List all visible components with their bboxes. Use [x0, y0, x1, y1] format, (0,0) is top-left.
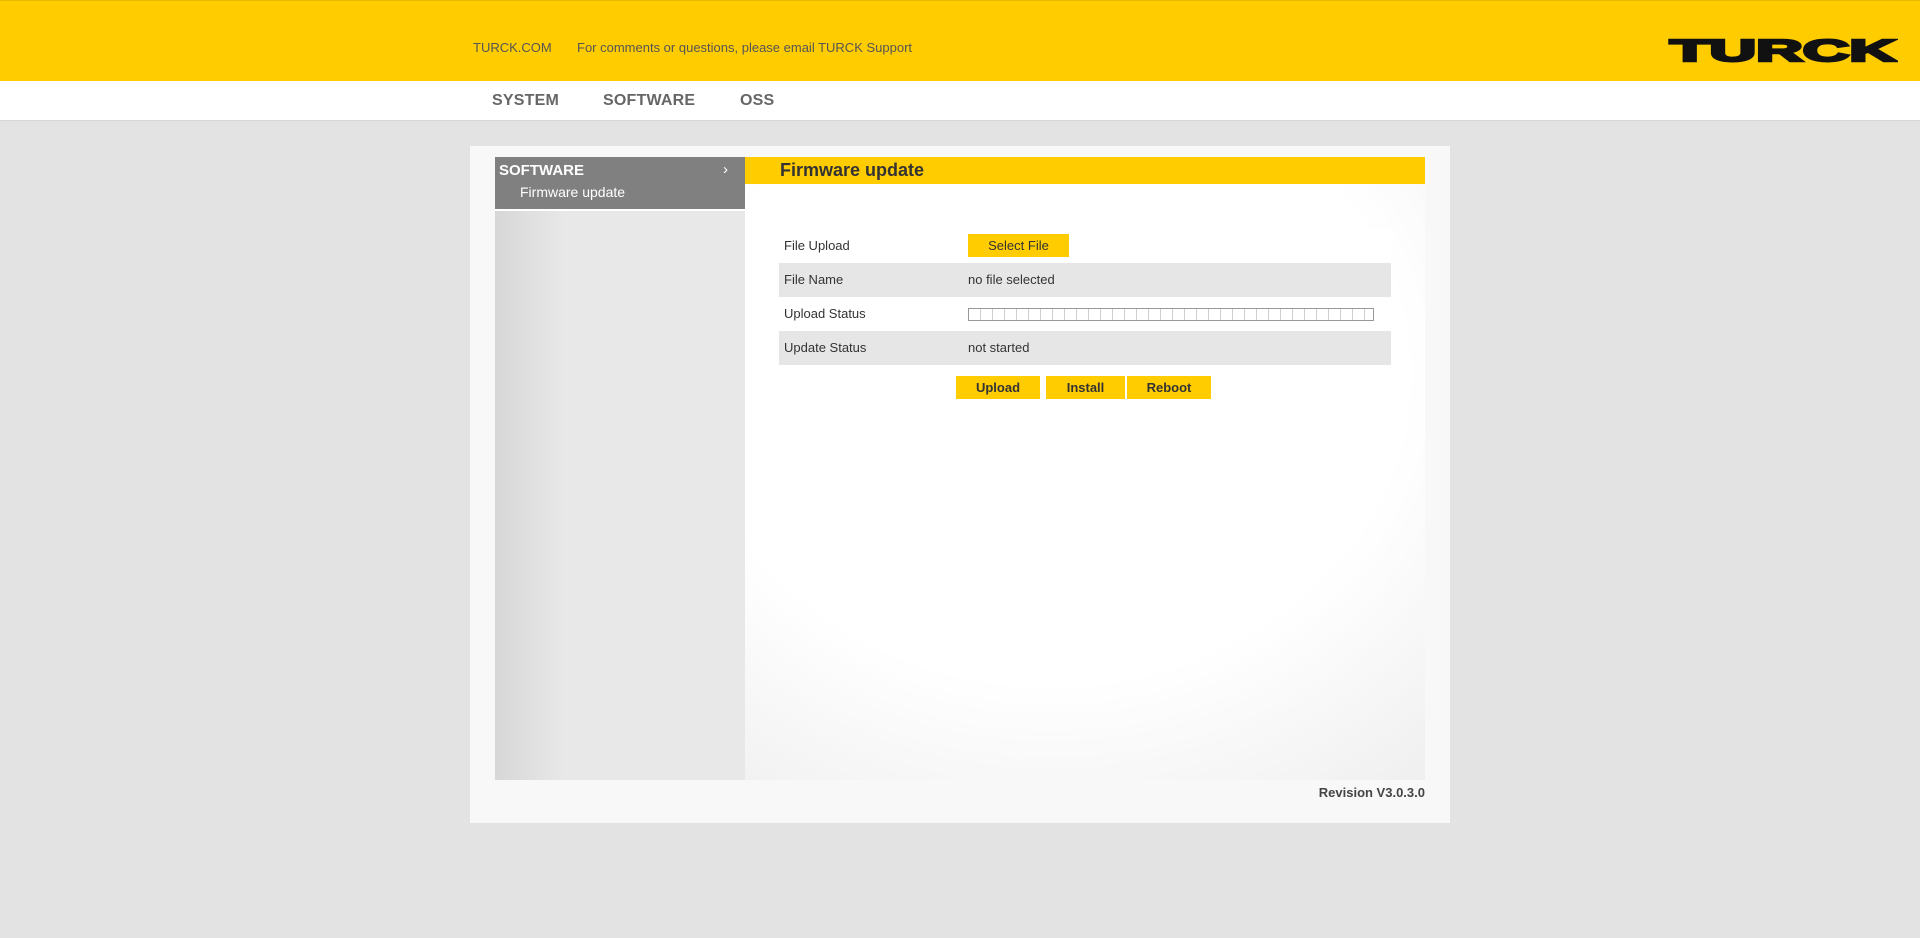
content-header: Firmware update [745, 157, 1425, 184]
main-panel: SOFTWARE › Firmware update Firmware upda… [470, 146, 1450, 823]
sidebar-item-firmware-update[interactable]: Firmware update [520, 184, 625, 200]
upload-status-label: Upload Status [784, 306, 866, 321]
turck-logo[interactable]: TURCK [1668, 36, 1898, 64]
install-button[interactable]: Install [1046, 376, 1125, 399]
row-update-status: Update Status not started [779, 331, 1391, 365]
upload-button[interactable]: Upload [956, 376, 1040, 399]
chevron-right-icon: › [723, 161, 728, 178]
sidebar-section-software[interactable]: SOFTWARE › Firmware update [495, 157, 745, 211]
row-file-name: File Name no file selected [779, 263, 1391, 297]
update-status-label: Update Status [784, 340, 867, 355]
row-upload-status: Upload Status [779, 297, 1391, 331]
support-email-link[interactable]: For comments or questions, please email … [577, 40, 912, 55]
turck-com-link[interactable]: TURCK.COM [473, 40, 552, 55]
update-status-value: not started [968, 340, 1030, 355]
nav-item-oss[interactable]: OSS [740, 92, 774, 110]
select-file-button[interactable]: Select File [968, 234, 1069, 257]
content-area: Firmware update File Upload Select File … [745, 157, 1425, 780]
nav-item-system[interactable]: SYSTEM [492, 92, 559, 110]
page-title: Firmware update [780, 160, 925, 180]
file-name-label: File Name [784, 272, 844, 287]
sidebar-section-title: SOFTWARE [499, 162, 584, 179]
row-file-upload: File Upload Select File [779, 229, 1391, 263]
reboot-button[interactable]: Reboot [1127, 376, 1211, 399]
upload-progress-bar [968, 308, 1374, 321]
nav-item-software[interactable]: SOFTWARE [603, 92, 695, 110]
logo-text: TURCK [1670, 36, 1897, 64]
sidebar: SOFTWARE › Firmware update [495, 157, 745, 780]
file-name-value: no file selected [968, 272, 1055, 287]
firmware-form: File Upload Select File File Name no fil… [779, 229, 1391, 399]
top-header-bar: TURCK.COM For comments or questions, ple… [0, 0, 1920, 81]
revision-label: Revision V3.0.3.0 [1318, 785, 1425, 800]
file-upload-label: File Upload [784, 238, 850, 253]
main-nav: SYSTEM SOFTWARE OSS [0, 81, 1920, 121]
